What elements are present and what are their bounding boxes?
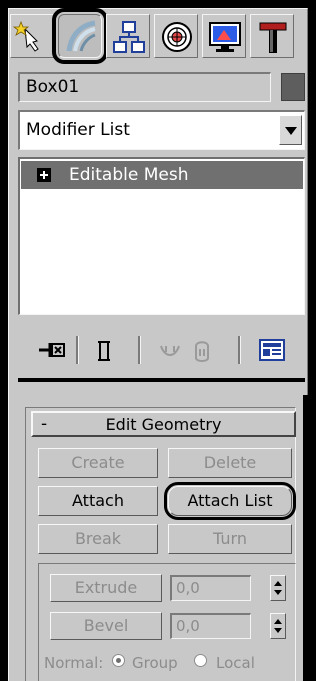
show-end-result-icon [98,341,110,361]
turn-button[interactable]: Turn [168,524,292,554]
tab-utilities[interactable] [250,14,294,58]
pin-stack-button[interactable] [34,332,70,368]
panel-scrollbar[interactable] [303,395,308,681]
dropdown-arrow-button[interactable] [279,115,302,145]
show-end-result-button[interactable] [86,332,122,368]
rollout-title: Edit Geometry [105,415,222,434]
star-arrow-icon [12,20,39,52]
extrude-spinner[interactable] [270,575,286,601]
local-radio-label: Local [216,654,255,672]
break-button[interactable]: Break [38,524,158,554]
tab-motion[interactable] [154,14,198,58]
panel-divider [18,378,305,382]
display-monitor-icon [209,22,241,52]
create-button[interactable]: Create [38,448,158,478]
remove-modifier-button[interactable] [184,332,220,368]
extrude-button[interactable]: Extrude [50,574,162,602]
bevel-amount-field[interactable]: 0,0 [170,613,251,639]
modifier-stack[interactable]: Editable Mesh [18,157,305,315]
rollout-header[interactable]: - Edit Geometry [31,411,296,437]
configure-modifier-sets-button[interactable] [254,332,290,368]
motion-icon [162,22,192,52]
modifier-list-value: Modifier List [26,120,130,140]
pin-stack-icon [39,343,65,357]
tab-create[interactable] [10,14,54,58]
chevron-down-icon [285,127,297,135]
hierarchy-icon [113,21,145,53]
toolbar-separator [76,336,79,364]
group-radio[interactable] [112,654,125,667]
spinner-arrows-icon [274,581,282,595]
delete-button[interactable]: Delete [168,448,292,478]
attach-list-button[interactable]: Attach List [164,482,296,520]
command-panel-tabs [10,8,300,64]
hammer-icon [259,22,287,53]
object-name-field[interactable]: Box01 [18,72,271,102]
remove-modifier-icon [195,341,209,362]
modify-arc-icon [66,20,96,52]
bevel-spinner[interactable] [270,613,286,639]
tab-modify[interactable] [52,8,108,64]
configure-modifier-sets-icon [259,339,285,361]
make-unique-button[interactable] [152,332,188,368]
tab-display[interactable] [202,14,246,58]
normal-label: Normal: [44,654,104,672]
expand-plus-icon[interactable] [37,168,51,182]
tab-hierarchy[interactable] [106,14,150,58]
group-radio-label: Group [132,654,178,672]
spinner-arrows-icon [274,619,282,633]
stack-item-editable-mesh[interactable]: Editable Mesh [21,161,303,189]
toolbar-separator [238,336,241,364]
attach-button[interactable]: Attach [38,486,158,516]
stack-toolbar [18,332,305,368]
make-unique-icon [160,345,180,356]
toolbar-separator [138,336,141,364]
stack-item-label: Editable Mesh [69,165,189,185]
bevel-button[interactable]: Bevel [50,612,162,640]
modifier-list-dropdown[interactable]: Modifier List [18,110,305,150]
extrude-amount-field[interactable]: 0,0 [170,575,251,601]
object-color-swatch[interactable] [281,73,305,101]
local-radio[interactable] [194,654,207,667]
